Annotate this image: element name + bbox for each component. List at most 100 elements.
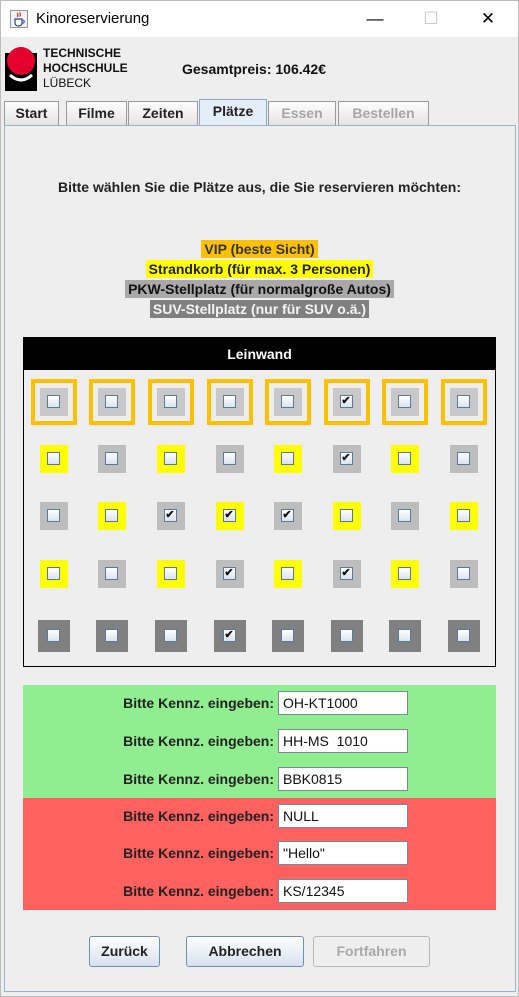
seat-pkw[interactable]: ✔ <box>274 502 302 530</box>
seat-suv[interactable]: ✔ <box>214 620 246 652</box>
seat-strand[interactable] <box>391 560 419 588</box>
seat-pkw[interactable] <box>40 502 68 530</box>
seat-checkbox[interactable] <box>456 394 470 408</box>
seat-checkbox[interactable] <box>104 628 118 642</box>
seat-pkw[interactable]: ✔ <box>333 445 361 473</box>
tab-start[interactable]: Start <box>4 101 59 125</box>
seat-checkbox[interactable] <box>163 451 177 465</box>
seat-checkbox[interactable] <box>46 628 60 642</box>
seat-vip[interactable] <box>148 379 194 425</box>
seat-strand[interactable] <box>98 502 126 530</box>
seat-strand[interactable] <box>157 445 185 473</box>
seat-pkw[interactable] <box>216 445 244 473</box>
plate-input[interactable]: NULL <box>278 804 408 828</box>
window-title: Kinoreservierung <box>36 10 150 27</box>
seat-strand[interactable] <box>40 445 68 473</box>
seat-pkw[interactable]: ✔ <box>157 502 185 530</box>
plate-label: Bitte Kennz. eingeben: <box>123 808 274 824</box>
seat-suv[interactable] <box>96 620 128 652</box>
seat-vip[interactable] <box>441 379 487 425</box>
seat-checkbox[interactable] <box>104 508 118 522</box>
seat-vip[interactable] <box>207 379 253 425</box>
seat-checkbox[interactable] <box>339 508 353 522</box>
seat-checkbox[interactable] <box>104 566 118 580</box>
seat-strand[interactable] <box>333 502 361 530</box>
close-button[interactable]: ✕ <box>465 1 511 37</box>
seat-strand[interactable] <box>40 560 68 588</box>
seat-pkw[interactable] <box>98 445 126 473</box>
seat-checkbox[interactable] <box>163 566 177 580</box>
seat-checkbox[interactable]: ✔ <box>339 566 353 580</box>
seat-vip[interactable] <box>31 379 77 425</box>
seat-checkbox[interactable]: ✔ <box>222 566 236 580</box>
seat-checkbox[interactable] <box>456 451 470 465</box>
seat-pkw[interactable] <box>391 502 419 530</box>
seat-vip[interactable] <box>382 379 428 425</box>
seat-checkbox[interactable] <box>397 394 411 408</box>
seat-checkbox[interactable] <box>163 394 177 408</box>
seat-checkbox[interactable] <box>222 394 236 408</box>
seat-suv[interactable] <box>38 620 70 652</box>
seat-suv[interactable] <box>331 620 363 652</box>
plate-row: Bitte Kennz. eingeben: NULL <box>23 804 496 829</box>
seat-strand[interactable] <box>157 560 185 588</box>
plate-input[interactable]: BBK0815 <box>278 767 408 791</box>
seat-checkbox[interactable] <box>397 451 411 465</box>
seat-vip[interactable] <box>89 379 135 425</box>
seat-checkbox[interactable]: ✔ <box>222 628 236 642</box>
seat-checkbox[interactable] <box>456 628 470 642</box>
seat-pkw[interactable] <box>450 445 478 473</box>
seat-checkbox[interactable] <box>339 628 353 642</box>
seat-checkbox[interactable] <box>163 628 177 642</box>
seat-suv[interactable] <box>448 620 480 652</box>
tab-filme[interactable]: Filme <box>66 101 127 125</box>
seat-checkbox[interactable] <box>222 451 236 465</box>
invalid-plates-panel: Bitte Kennz. eingeben: NULL Bitte Kennz.… <box>23 798 496 910</box>
maximize-button[interactable]: ☐ <box>408 1 454 37</box>
seat-checkbox[interactable] <box>397 628 411 642</box>
seat-pkw[interactable] <box>450 560 478 588</box>
tab-zeiten[interactable]: Zeiten <box>128 101 198 125</box>
minimize-button[interactable]: — <box>352 1 398 37</box>
seat-checkbox[interactable] <box>280 628 294 642</box>
seat-strand[interactable] <box>391 445 419 473</box>
seat-checkbox[interactable] <box>456 566 470 580</box>
seat-checkbox[interactable] <box>456 508 470 522</box>
seat-checkbox[interactable]: ✔ <box>339 451 353 465</box>
cancel-button[interactable]: Abbrechen <box>186 936 304 967</box>
plate-input[interactable]: OH-KT1000 <box>278 691 408 715</box>
back-button[interactable]: Zurück <box>89 936 160 967</box>
seat-checkbox[interactable] <box>397 566 411 580</box>
seat-checkbox[interactable] <box>280 394 294 408</box>
plate-input[interactable]: KS/12345 <box>278 879 408 903</box>
seat-checkbox[interactable] <box>280 566 294 580</box>
seat-checkbox[interactable] <box>397 508 411 522</box>
seat-vip[interactable] <box>265 379 311 425</box>
plate-input[interactable]: HH-MS 1010 <box>278 729 408 753</box>
seat-strand[interactable] <box>274 560 302 588</box>
tab-essen: Essen <box>268 101 336 125</box>
seat-checkbox[interactable] <box>280 451 294 465</box>
seat-checkbox[interactable]: ✔ <box>163 508 177 522</box>
seat-checkbox[interactable]: ✔ <box>339 394 353 408</box>
seat-checkbox[interactable] <box>104 451 118 465</box>
seat-checkbox[interactable] <box>46 566 60 580</box>
seat-strand[interactable] <box>274 445 302 473</box>
seat-suv[interactable] <box>155 620 187 652</box>
seat-strand[interactable]: ✔ <box>216 502 244 530</box>
seat-pkw[interactable]: ✔ <box>333 560 361 588</box>
plate-input[interactable]: "Hello" <box>278 841 408 865</box>
seat-suv[interactable] <box>272 620 304 652</box>
tab-plaetze[interactable]: Plätze <box>199 99 267 126</box>
seat-checkbox[interactable]: ✔ <box>222 508 236 522</box>
seat-checkbox[interactable] <box>46 451 60 465</box>
seat-checkbox[interactable] <box>46 508 60 522</box>
seat-checkbox[interactable] <box>46 394 60 408</box>
seat-suv[interactable] <box>389 620 421 652</box>
seat-pkw[interactable]: ✔ <box>216 560 244 588</box>
seat-strand[interactable] <box>450 502 478 530</box>
seat-pkw[interactable] <box>98 560 126 588</box>
seat-checkbox[interactable] <box>104 394 118 408</box>
seat-vip[interactable]: ✔ <box>324 379 370 425</box>
seat-checkbox[interactable]: ✔ <box>280 508 294 522</box>
